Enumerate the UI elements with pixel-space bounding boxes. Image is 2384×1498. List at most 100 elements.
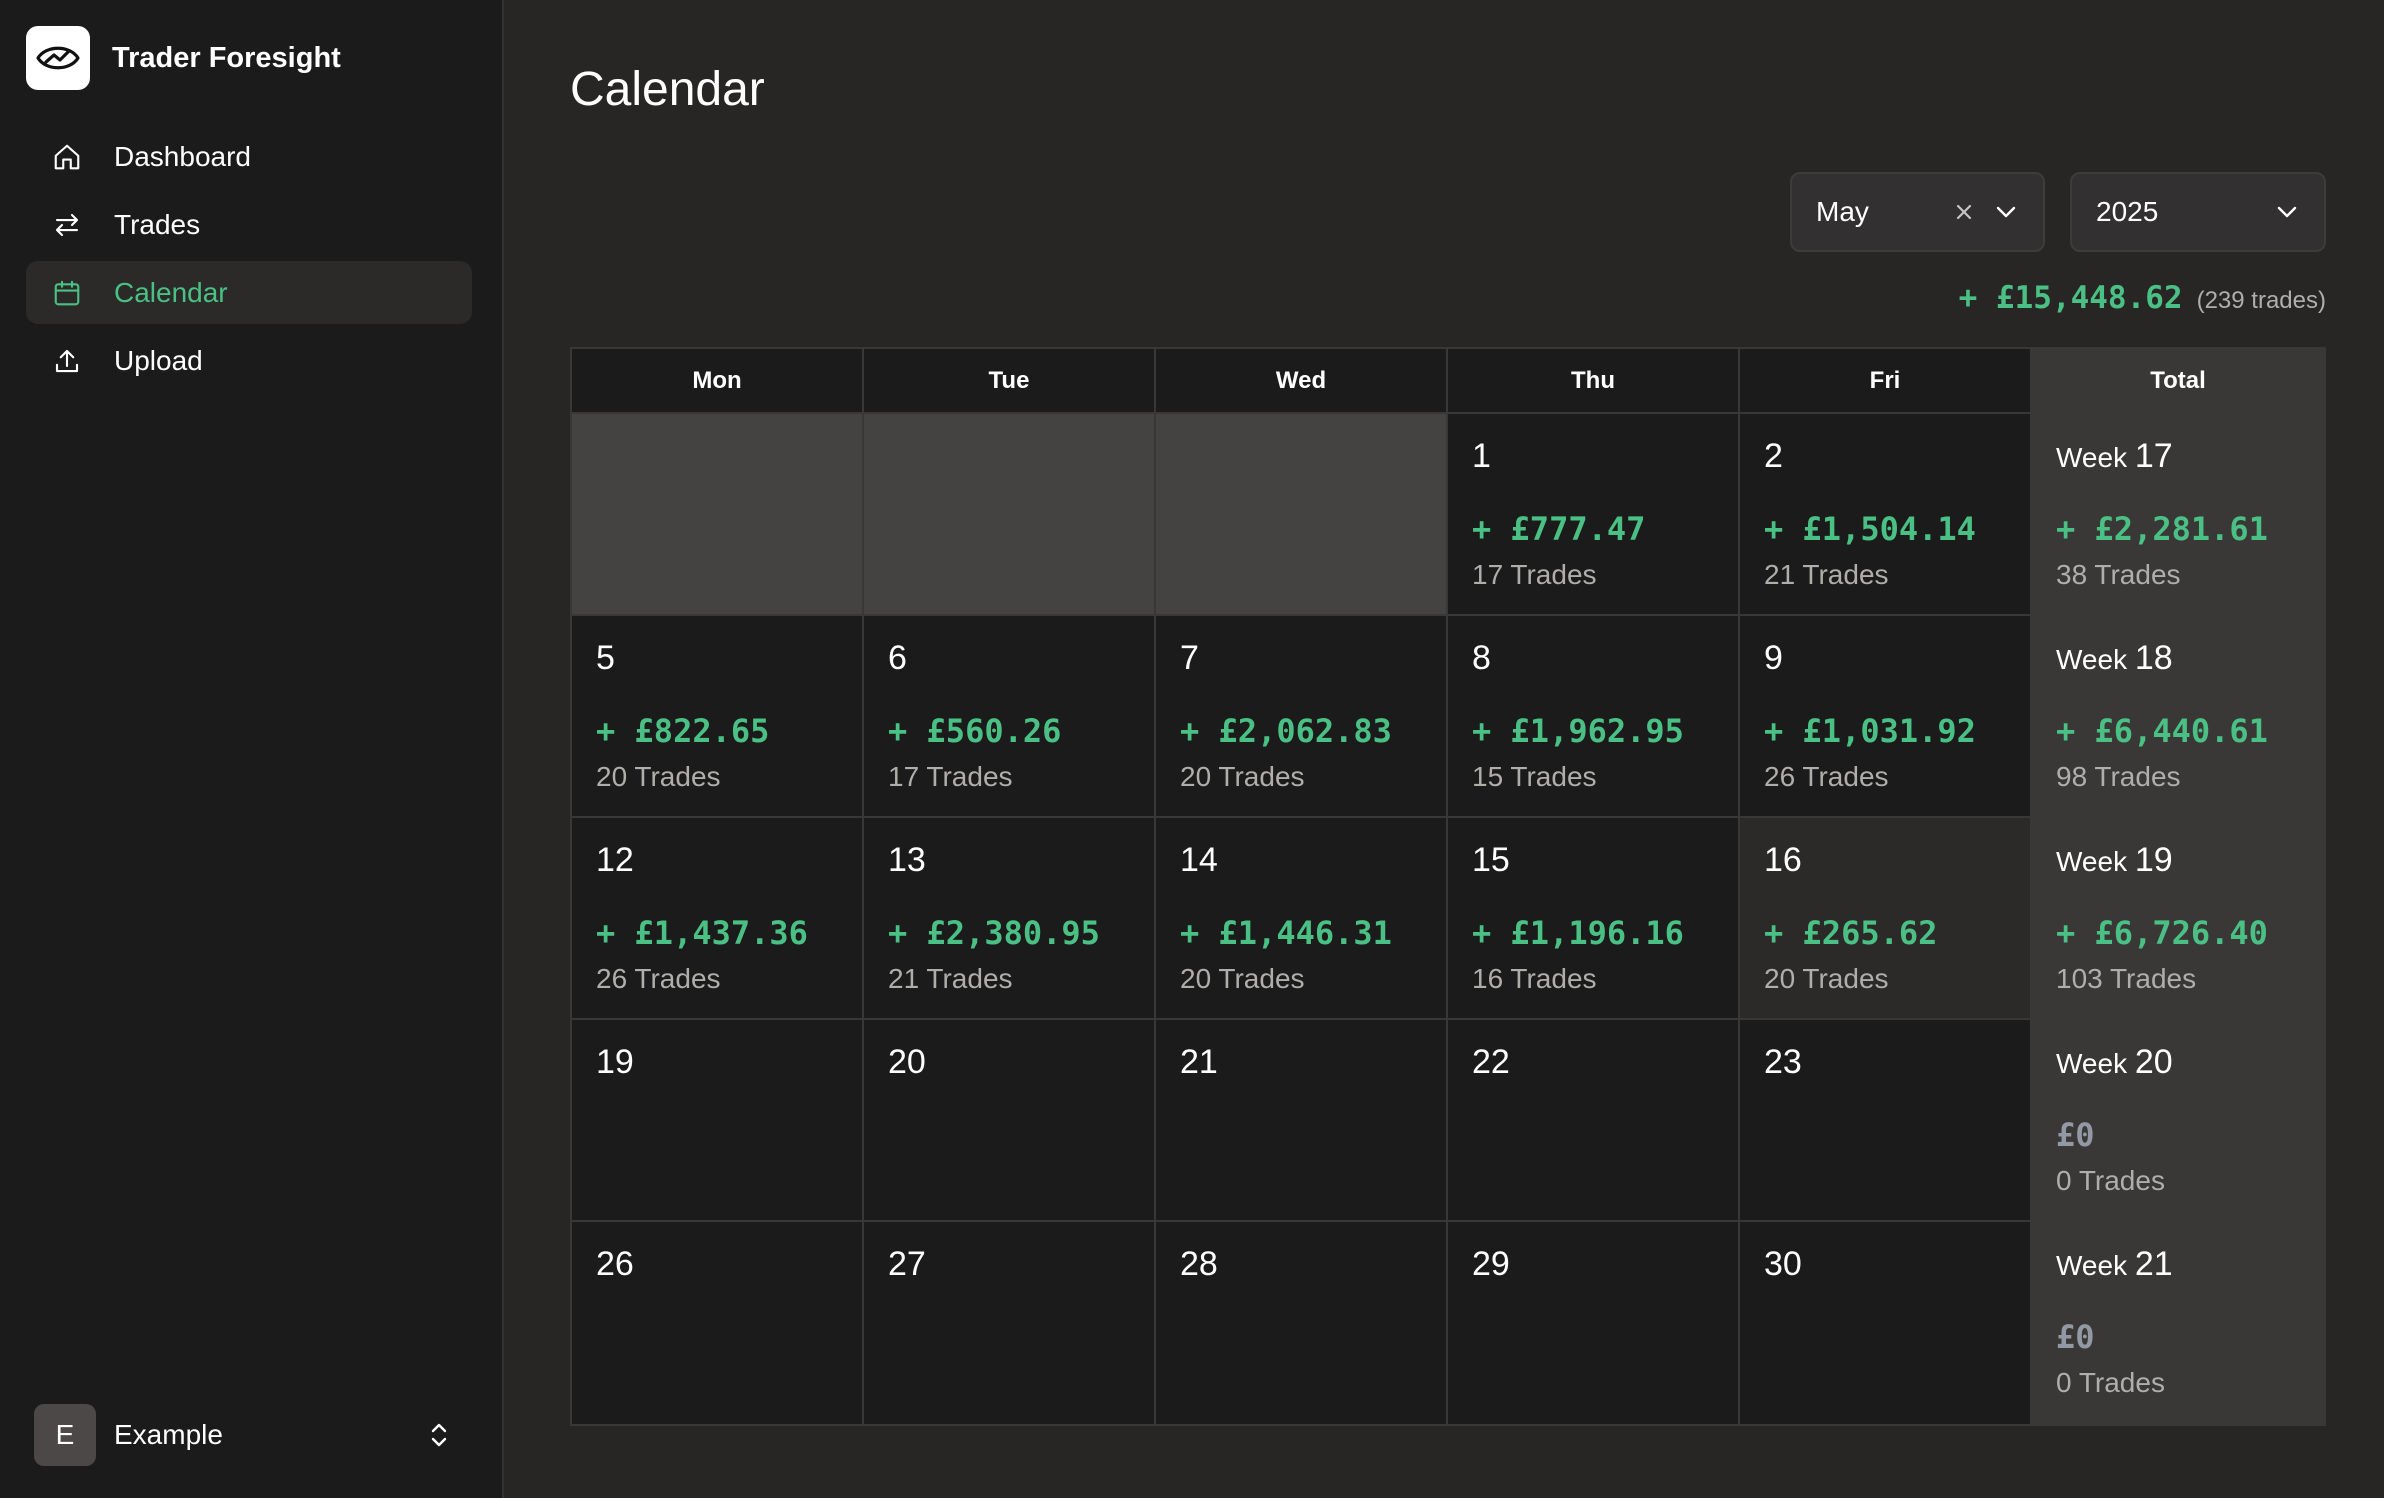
calendar-header: Mon Tue Wed Thu Fri Total xyxy=(572,349,2324,414)
day-number: 8 xyxy=(1472,639,1491,677)
week-total-cell: Week 20 £0 0 Trades xyxy=(2032,1020,2324,1222)
day-number: 20 xyxy=(888,1043,926,1081)
day-cell[interactable]: 21 xyxy=(1156,1020,1448,1222)
chevron-down-icon xyxy=(2272,197,2302,227)
week-pnl: £0 xyxy=(2056,1318,2095,1356)
day-cell[interactable]: 12 + £1,437.36 26 Trades xyxy=(572,818,864,1020)
day-number: 15 xyxy=(1472,841,1510,879)
week-trade-count: 0 Trades xyxy=(2056,1165,2165,1196)
sidebar-item-dashboard[interactable]: Dashboard xyxy=(26,125,472,188)
day-cell[interactable]: 15 + £1,196.16 16 Trades xyxy=(1448,818,1740,1020)
day-cell[interactable]: 26 xyxy=(572,1222,864,1424)
header-fri: Fri xyxy=(1740,349,2032,414)
header-mon: Mon xyxy=(572,349,864,414)
day-trade-count: 20 Trades xyxy=(1180,761,1305,792)
day-cell[interactable]: 13 + £2,380.95 21 Trades xyxy=(864,818,1156,1020)
day-cell[interactable]: 7 + £2,062.83 20 Trades xyxy=(1156,616,1448,818)
day-number: 19 xyxy=(596,1043,634,1081)
week-prefix: Week xyxy=(2056,644,2128,675)
day-cell[interactable]: 22 xyxy=(1448,1020,1740,1222)
day-number: 2 xyxy=(1764,437,1783,475)
day-pnl: + £560.26 xyxy=(888,712,1062,750)
calendar-week-row: 19 20 21 22 23 Week 20 £0 0 Trades xyxy=(572,1020,2324,1222)
day-pnl: + £265.62 xyxy=(1764,914,1938,952)
day-pnl: + £1,962.95 xyxy=(1472,712,1684,750)
brand-name: Trader Foresight xyxy=(112,41,341,74)
day-cell[interactable]: 27 xyxy=(864,1222,1156,1424)
day-number: 29 xyxy=(1472,1245,1510,1283)
day-number: 7 xyxy=(1180,639,1199,677)
user-name: Example xyxy=(114,1419,223,1450)
header-total: Total xyxy=(2032,349,2324,414)
day-cell[interactable]: 19 xyxy=(572,1020,864,1222)
day-cell[interactable]: 5 + £822.65 20 Trades xyxy=(572,616,864,818)
week-prefix: Week xyxy=(2056,1048,2128,1079)
calendar-week-row: 5 + £822.65 20 Trades 6 + £560.26 17 Trades 7 +… xyxy=(572,616,2324,818)
week-number: 17 xyxy=(2134,437,2173,475)
day-number: 13 xyxy=(888,841,926,879)
week-label: Week 19 xyxy=(2056,840,2324,881)
week-trade-count: 38 Trades xyxy=(2056,559,2181,590)
day-pnl: + £1,504.14 xyxy=(1764,510,1976,548)
day-cell[interactable]: 30 xyxy=(1740,1222,2032,1424)
user-menu[interactable]: E Example xyxy=(34,1404,454,1466)
week-pnl: + £2,281.61 xyxy=(2056,510,2268,548)
day-number: 30 xyxy=(1764,1245,1802,1283)
day-cell[interactable]: 20 xyxy=(864,1020,1156,1222)
day-cell[interactable]: 1 + £777.47 17 Trades xyxy=(1448,414,1740,616)
eye-chart-logo-icon xyxy=(26,26,90,90)
day-cell[interactable]: 16 + £265.62 20 Trades xyxy=(1740,818,2032,1020)
week-total-cell: Week 21 £0 0 Trades xyxy=(2032,1222,2324,1424)
day-cell[interactable]: 2 + £1,504.14 21 Trades xyxy=(1740,414,2032,616)
day-number: 12 xyxy=(596,841,634,879)
day-trade-count: 20 Trades xyxy=(596,761,721,792)
day-cell[interactable]: 28 xyxy=(1156,1222,1448,1424)
week-total-cell: Week 17 + £2,281.61 38 Trades xyxy=(2032,414,2324,616)
day-cell[interactable]: 9 + £1,031.92 26 Trades xyxy=(1740,616,2032,818)
day-number: 26 xyxy=(596,1245,634,1283)
sidebar-item-trades[interactable]: Trades xyxy=(26,193,472,256)
day-number: 28 xyxy=(1180,1245,1218,1283)
day-number: 1 xyxy=(1472,437,1491,475)
day-cell[interactable]: 29 xyxy=(1448,1222,1740,1424)
sidebar-item-label: Dashboard xyxy=(114,140,251,172)
sidebar-item-upload[interactable]: Upload xyxy=(26,329,472,392)
day-cell[interactable]: 23 xyxy=(1740,1020,2032,1222)
week-trade-count: 103 Trades xyxy=(2056,963,2197,994)
swap-arrows-icon xyxy=(50,208,84,242)
week-pnl: + £6,440.61 xyxy=(2056,712,2268,750)
calendar-grid: Mon Tue Wed Thu Fri Total 1 + £777.47 17 T… xyxy=(570,347,2326,1426)
day-cell[interactable]: 14 + £1,446.31 20 Trades xyxy=(1156,818,1448,1020)
day-cell[interactable]: 8 + £1,962.95 15 Trades xyxy=(1448,616,1740,818)
calendar-week-row: 12 + £1,437.36 26 Trades 13 + £2,380.95 21 Tr… xyxy=(572,818,2324,1020)
day-number: 23 xyxy=(1764,1043,1802,1081)
header-wed: Wed xyxy=(1156,349,1448,414)
month-trade-count: (239 trades) xyxy=(2196,287,2326,314)
avatar: E xyxy=(34,1404,96,1466)
empty-day-cell xyxy=(572,414,864,616)
week-number: 20 xyxy=(2134,1043,2173,1081)
home-icon xyxy=(50,140,84,174)
sidebar-nav: Dashboard Trades Calendar Upload xyxy=(26,125,472,397)
close-icon[interactable] xyxy=(1949,197,1979,227)
day-cell[interactable]: 6 + £560.26 17 Trades xyxy=(864,616,1156,818)
page-title: Calendar xyxy=(570,63,765,116)
day-number: 27 xyxy=(888,1245,926,1283)
header-tue: Tue xyxy=(864,349,1156,414)
calendar-body: 1 + £777.47 17 Trades 2 + £1,504.14 21 Trades… xyxy=(572,414,2324,1424)
calendar-icon xyxy=(50,276,84,310)
sidebar-item-label: Trades xyxy=(114,208,201,240)
day-trade-count: 26 Trades xyxy=(596,963,721,994)
day-number: 21 xyxy=(1180,1043,1218,1081)
month-summary: + £15,448.62 (239 trades) xyxy=(1959,280,2326,316)
brand[interactable]: Trader Foresight xyxy=(26,26,341,90)
header-thu: Thu xyxy=(1448,349,1740,414)
upload-icon xyxy=(50,344,84,378)
calendar-week-row: 26 27 28 29 30 Week 21 £0 0 Trades xyxy=(572,1222,2324,1424)
week-number: 21 xyxy=(2134,1245,2173,1283)
sidebar-item-calendar[interactable]: Calendar xyxy=(26,261,472,324)
chevron-down-icon xyxy=(1991,197,2021,227)
year-select[interactable]: 2025 xyxy=(2070,172,2326,252)
month-select[interactable]: May xyxy=(1790,172,2045,252)
calendar-week-row: 1 + £777.47 17 Trades 2 + £1,504.14 21 Trades… xyxy=(572,414,2324,616)
